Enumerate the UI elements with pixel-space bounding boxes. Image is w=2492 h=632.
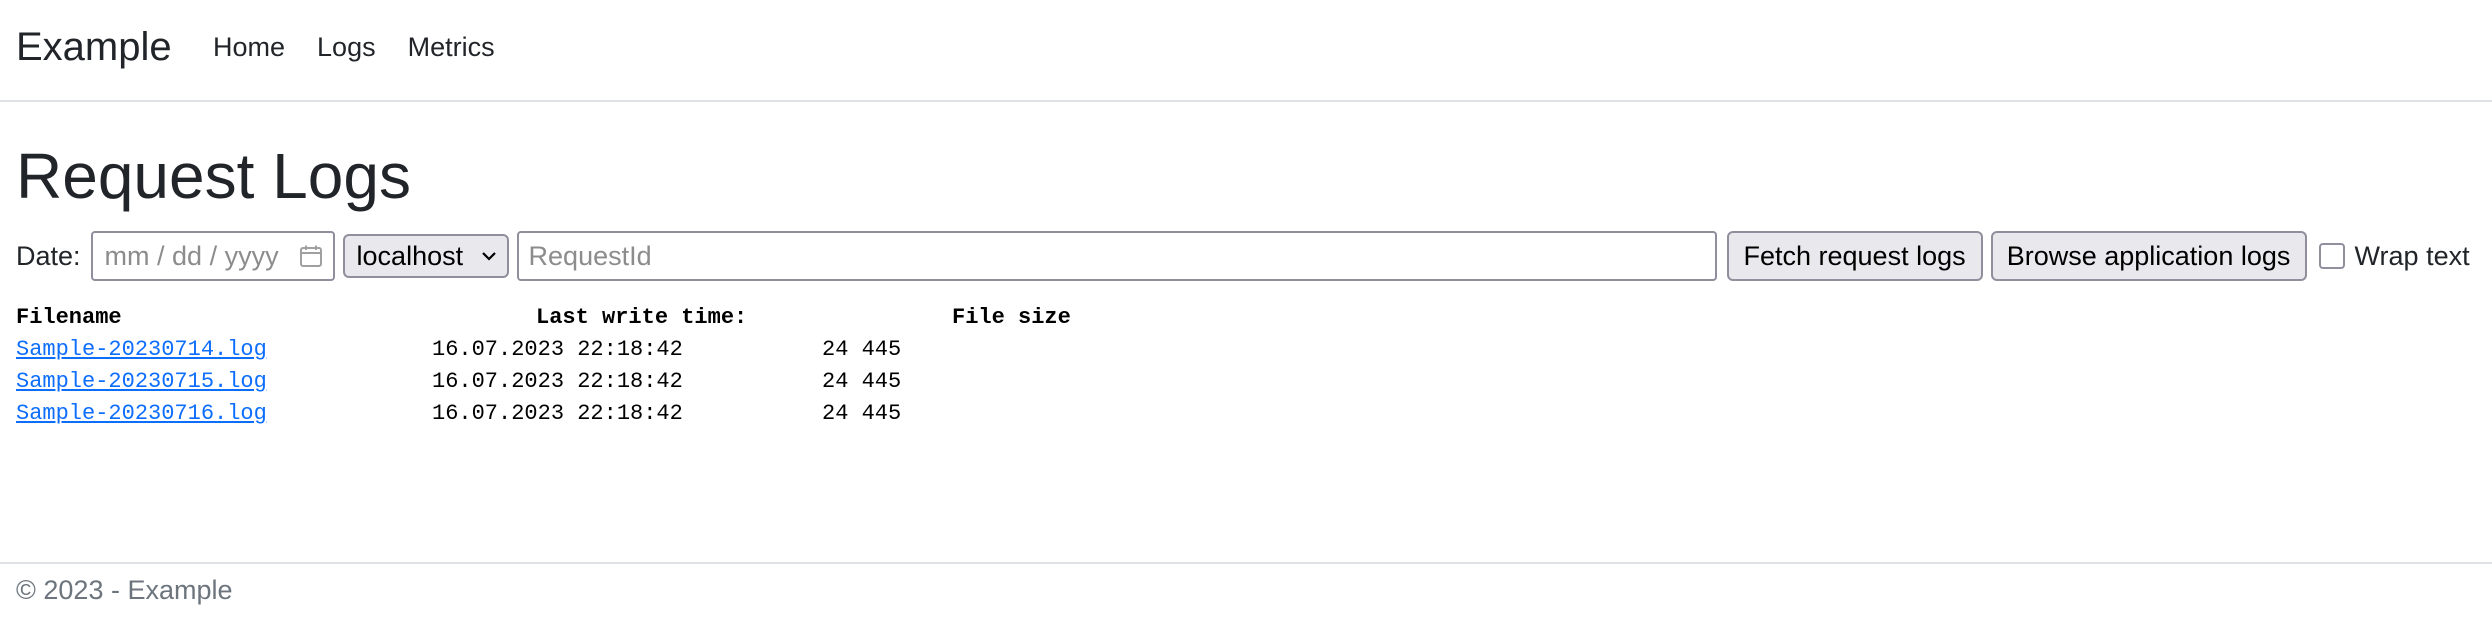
top-navbar: Example Home Logs Metrics — [0, 0, 2492, 102]
log-file-time: 16.07.2023 22:18:42 — [432, 401, 683, 426]
table-header: Filename Last write time: File size — [16, 302, 1116, 334]
log-file-time: 16.07.2023 22:18:42 — [432, 337, 683, 362]
log-file-link[interactable]: Sample-20230716.log — [16, 398, 267, 430]
browse-application-logs-button[interactable]: Browse application logs — [1990, 231, 2307, 281]
page-footer: © 2023 - Example — [0, 562, 2492, 632]
log-file-link[interactable]: Sample-20230715.log — [16, 366, 267, 398]
nav-link-metrics[interactable]: Metrics — [408, 27, 495, 67]
table-row: Sample-20230714.log 16.07.2023 22:18:42 … — [16, 334, 1116, 366]
request-id-placeholder: RequestId — [528, 240, 652, 271]
log-file-link[interactable]: Sample-20230714.log — [16, 334, 267, 366]
log-file-time: 16.07.2023 22:18:42 — [432, 369, 683, 394]
filter-toolbar: Date: mm / dd / yyyy localhost RequestId… — [16, 230, 2470, 282]
brand-logo[interactable]: Example — [16, 22, 172, 72]
header-file-size: File size — [952, 305, 1071, 330]
calendar-icon[interactable] — [299, 244, 323, 268]
table-row: Sample-20230715.log 16.07.2023 22:18:42 … — [16, 366, 1116, 398]
host-select[interactable]: localhost — [342, 234, 509, 278]
main-nav: Home Logs Metrics — [213, 27, 495, 67]
log-file-table: Filename Last write time: File size Samp… — [16, 302, 1116, 430]
wrap-text-checkbox[interactable] — [2318, 243, 2345, 269]
fetch-request-logs-button[interactable]: Fetch request logs — [1726, 231, 1983, 281]
log-file-size: 24 445 — [822, 337, 902, 362]
log-file-size: 24 445 — [822, 401, 902, 426]
date-label: Date: — [16, 240, 81, 271]
nav-link-logs[interactable]: Logs — [317, 27, 376, 67]
wrap-text-label[interactable]: Wrap text — [2355, 241, 2470, 272]
log-file-size: 24 445 — [822, 369, 902, 394]
date-placeholder: mm / dd / yyyy — [104, 240, 279, 271]
header-last-write-time: Last write time: — [536, 305, 748, 330]
date-input[interactable]: mm / dd / yyyy — [90, 231, 335, 281]
page-title: Request Logs — [16, 140, 411, 212]
table-row: Sample-20230716.log 16.07.2023 22:18:42 … — [16, 398, 1116, 430]
request-id-input[interactable]: RequestId — [516, 231, 1717, 281]
chevron-down-icon — [481, 252, 496, 261]
host-select-value: localhost — [356, 240, 464, 271]
nav-link-home[interactable]: Home — [213, 27, 285, 67]
header-filename: Filename — [16, 305, 122, 330]
footer-copyright: © 2023 - Example — [16, 575, 233, 605]
